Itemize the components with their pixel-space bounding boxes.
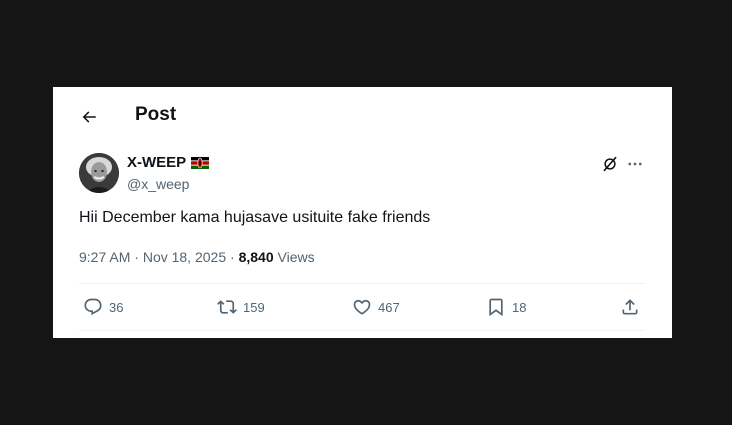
views-label: Views — [273, 249, 315, 265]
page-title: Post — [135, 104, 177, 125]
share-icon — [622, 299, 638, 315]
author-display-name[interactable]: X-WEEP — [127, 154, 186, 171]
bookmark-count: 18 — [512, 299, 527, 315]
reply-count: 36 — [109, 299, 124, 315]
share-button[interactable] — [620, 296, 640, 318]
like-button[interactable]: 467 — [352, 296, 400, 318]
divider — [79, 283, 645, 284]
tweet-meta: 9:27 AM · Nov 18, 2025 · 8,840 Views — [79, 249, 315, 265]
tweet-time[interactable]: 9:27 AM — [79, 249, 130, 265]
back-button[interactable] — [73, 101, 105, 133]
author-handle[interactable]: @x_weep — [127, 176, 189, 192]
post-header: Post — [53, 87, 672, 143]
arrow-left-icon — [82, 111, 96, 123]
like-count: 467 — [378, 299, 400, 315]
more-horizontal-icon — [628, 162, 642, 166]
repost-button[interactable]: 159 — [217, 296, 265, 318]
bookmark-button[interactable]: 18 — [486, 296, 526, 318]
post-card: Post X-WEEP @x_weep Hii December kama hu… — [53, 87, 672, 338]
more-options-button[interactable] — [624, 153, 646, 175]
avatar[interactable] — [79, 153, 119, 193]
grok-button[interactable] — [599, 153, 621, 175]
grok-icon — [603, 156, 617, 172]
meta-separator: · — [226, 249, 239, 265]
repost-count: 159 — [243, 299, 265, 315]
meta-separator: · — [130, 249, 143, 265]
views-count: 8,840 — [238, 249, 274, 265]
tweet-date[interactable]: Nov 18, 2025 — [143, 249, 226, 265]
repost-icon — [217, 300, 237, 314]
avatar-portrait — [79, 153, 119, 193]
divider — [79, 330, 645, 331]
reply-icon — [84, 298, 102, 316]
heart-icon — [353, 299, 371, 315]
author-name-row[interactable]: X-WEEP — [127, 154, 210, 171]
reply-button[interactable]: 36 — [83, 296, 123, 318]
tweet-text: Hii December kama hujasave usituite fake… — [79, 209, 431, 226]
kenya-flag-icon — [191, 156, 210, 169]
bookmark-icon — [489, 298, 503, 317]
